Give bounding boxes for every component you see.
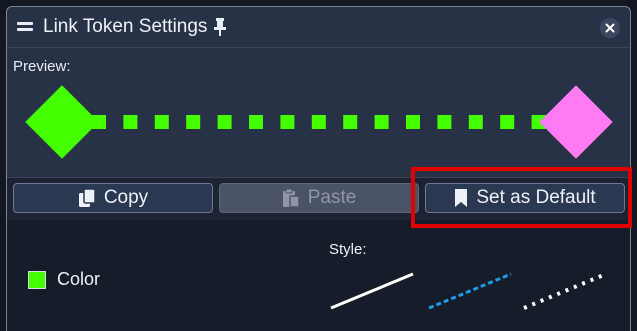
link-token-settings-panel: Link Token Settings Preview: Copy Paste …	[6, 6, 631, 331]
close-icon	[605, 23, 615, 33]
style-option-dashed[interactable]	[425, 268, 515, 314]
preview-line-dot	[311, 115, 326, 129]
preview-line-dot	[154, 115, 169, 129]
drag-handle-icon[interactable]	[17, 20, 33, 34]
style-option-dotted[interactable]	[520, 268, 610, 314]
properties-section: Color Style:	[7, 220, 630, 331]
preview-line-dot	[280, 115, 295, 129]
preview-line-dot	[343, 115, 358, 129]
title-bar[interactable]: Link Token Settings	[7, 7, 630, 48]
paste-icon	[282, 188, 300, 208]
preview-line-dot	[468, 115, 483, 129]
set-as-default-button[interactable]: Set as Default	[425, 183, 625, 213]
preview-line	[92, 115, 546, 129]
preview-line-dot	[374, 115, 389, 129]
button-row: Copy Paste Set as Default	[7, 177, 630, 221]
color-label[interactable]: Color	[57, 269, 100, 290]
preview-line-dot	[437, 115, 452, 129]
preview-label: Preview:	[13, 58, 71, 75]
preview-line-dot	[123, 115, 138, 129]
preview-end-token	[539, 85, 613, 159]
panel-title: Link Token Settings	[43, 16, 208, 37]
preview-line-dot	[406, 115, 420, 129]
set-as-default-label: Set as Default	[476, 187, 596, 208]
copy-icon	[78, 188, 96, 207]
bookmark-icon	[455, 189, 468, 207]
paste-label: Paste	[307, 187, 357, 208]
paste-button[interactable]: Paste	[219, 183, 419, 213]
pin-icon[interactable]	[212, 17, 228, 37]
link-preview	[25, 85, 613, 159]
copy-label: Copy	[103, 187, 149, 208]
style-option-solid[interactable]	[327, 268, 417, 314]
preview-start-token	[25, 85, 99, 159]
preview-line-dot	[217, 115, 232, 129]
preview-line-dot	[249, 115, 263, 129]
preview-line-dot	[186, 115, 201, 129]
copy-button[interactable]: Copy	[13, 183, 213, 213]
preview-line-dot	[500, 115, 515, 129]
color-swatch[interactable]	[28, 271, 46, 289]
style-label: Style:	[329, 241, 367, 258]
close-button[interactable]	[600, 18, 620, 38]
